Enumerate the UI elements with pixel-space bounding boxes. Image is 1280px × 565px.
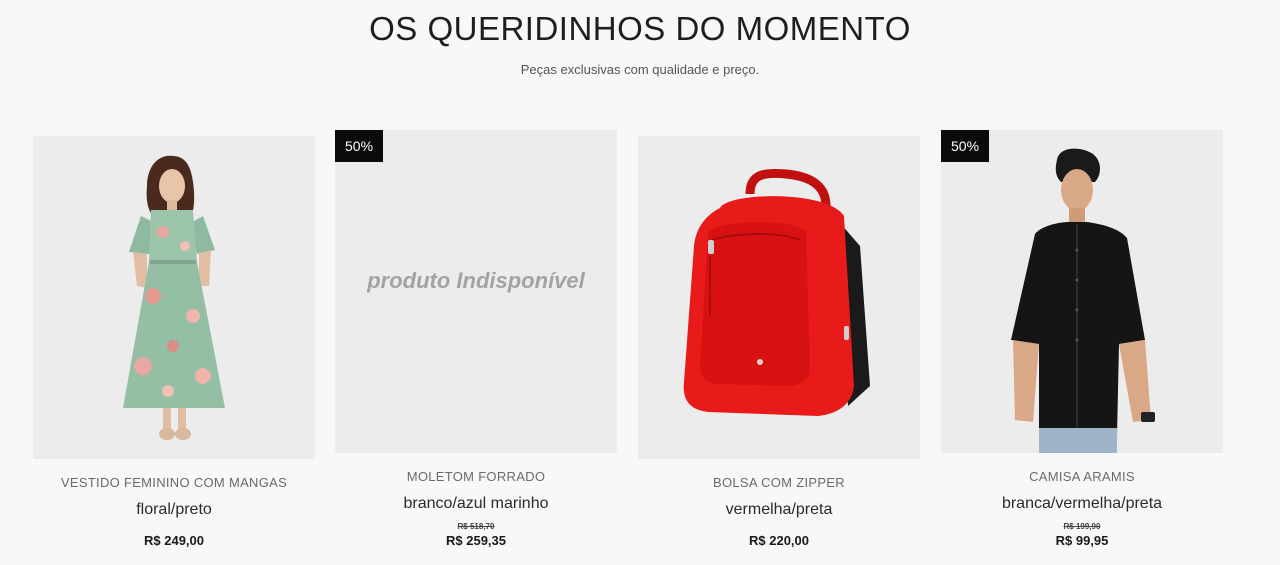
- black-shirt-model-photo: [1011, 148, 1155, 453]
- discount-badge: 50%: [335, 130, 384, 162]
- product-price: R$ 259,35: [446, 533, 506, 548]
- product-image[interactable]: [638, 136, 920, 459]
- section-title: OS QUERIDINHOS DO MOMENTO: [369, 10, 911, 47]
- product-card-camisa[interactable]: 50% CAMISA ARAMIS branca/vermelha/preta …: [941, 130, 1223, 548]
- product-variant: vermelha/preta: [725, 501, 833, 518]
- product-price: R$ 99,95: [1055, 533, 1109, 548]
- product-name[interactable]: BOLSA COM ZIPPER: [638, 475, 920, 490]
- product-image[interactable]: produto Indisponível 50%: [335, 130, 617, 453]
- product-name[interactable]: CAMISA ARAMIS: [941, 469, 1223, 484]
- discount-badge: 50%: [941, 130, 990, 162]
- product-card-dress[interactable]: VESTIDO FEMININO COM MANGAS floral/preto…: [33, 136, 315, 548]
- floral-dress-photo: [123, 155, 225, 440]
- product-price: R$ 249,00: [144, 533, 204, 548]
- product-image[interactable]: [33, 136, 315, 459]
- product-old-price: R$ 199,90: [1063, 522, 1101, 531]
- unavailable-label: produto Indisponível: [367, 268, 585, 293]
- red-backpack-photo: [683, 168, 870, 416]
- product-variant: floral/preto: [136, 501, 212, 518]
- product-showcase-section: OS QUERIDINHOS DO MOMENTO Peças exclusiv…: [0, 0, 1280, 565]
- product-variant: branco/azul marinho: [403, 495, 549, 512]
- section-subtitle: Peças exclusivas com qualidade e preço.: [520, 62, 760, 77]
- product-name[interactable]: MOLETOM FORRADO: [335, 469, 617, 484]
- product-price: R$ 220,00: [749, 533, 809, 548]
- product-card-moletom[interactable]: produto Indisponível 50% MOLETOM FORRADO…: [335, 130, 617, 548]
- product-card-bolsa[interactable]: BOLSA COM ZIPPER vermelha/preta R$ 220,0…: [638, 136, 920, 548]
- product-name[interactable]: VESTIDO FEMININO COM MANGAS: [33, 475, 315, 490]
- product-old-price: R$ 518,70: [457, 522, 495, 531]
- product-variant: branca/vermelha/preta: [1001, 495, 1163, 512]
- product-image[interactable]: 50%: [941, 130, 1223, 453]
